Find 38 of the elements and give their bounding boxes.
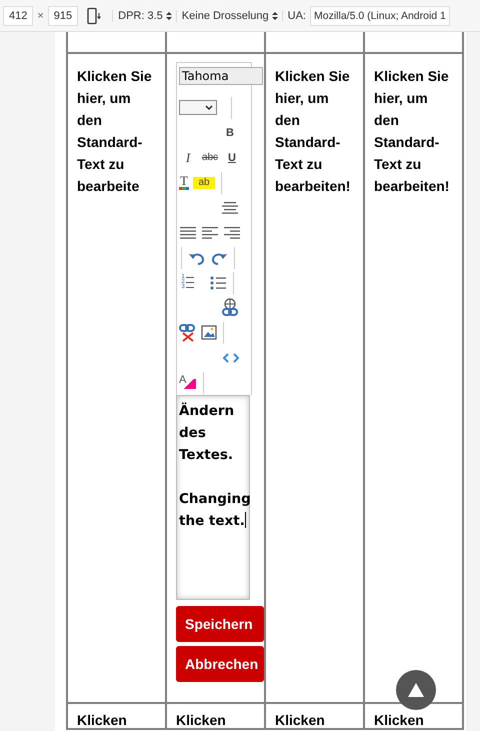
editor-paragraph: Ändern des Textes. — [179, 402, 236, 465]
ua-field[interactable]: Mozilla/5.0 (Linux; Android 1 — [310, 6, 450, 26]
bullet-list-icon[interactable] — [209, 274, 227, 290]
throttling-select[interactable]: Keine Drosselung — [176, 10, 278, 22]
highlight-button[interactable]: ab — [193, 176, 215, 188]
underline-button[interactable]: U — [223, 152, 241, 164]
font-field[interactable]: Tahoma — [179, 67, 263, 85]
up-down-icon — [166, 10, 172, 20]
image-icon[interactable] — [201, 325, 217, 340]
dpr-select[interactable]: DPR: 3.5 — [112, 10, 172, 22]
cancel-button[interactable]: Abbrechen — [176, 646, 264, 682]
size-select[interactable] — [179, 100, 217, 115]
italic-button[interactable]: I — [179, 150, 197, 166]
justify-icon[interactable] — [179, 226, 197, 240]
link-icon[interactable] — [221, 298, 239, 318]
editor-text-area[interactable]: Ändern des Textes. Changing the text. — [176, 395, 250, 600]
up-down-icon — [272, 10, 278, 20]
save-button[interactable]: Speichern — [176, 606, 264, 642]
unlink-icon[interactable] — [179, 324, 197, 342]
remove-format-button[interactable]: A — [179, 374, 197, 391]
strikethrough-button[interactable]: abc — [201, 152, 219, 163]
align-right-icon[interactable] — [223, 226, 241, 240]
cell-text[interactable]: Klicken Sie hier, um den Standard-Text zu bearbeite — [77, 65, 157, 197]
cell-text[interactable]: Klicken Sie hier, um den Standard-Text zu bearbeiten! — [275, 65, 355, 197]
align-center-icon[interactable] — [221, 200, 239, 214]
height-field[interactable]: 915 — [48, 6, 78, 26]
align-left-icon[interactable] — [201, 226, 219, 240]
undo-icon[interactable] — [188, 250, 206, 264]
chevron-icon — [205, 104, 213, 110]
redo-icon[interactable] — [210, 250, 228, 264]
source-code-icon[interactable] — [223, 352, 239, 362]
width-field[interactable]: 412 — [3, 6, 34, 26]
times-sign: × — [37, 10, 44, 22]
cell-text[interactable]: Klicken Sie hier, um den Standard-Text zu bearbeiten! — [374, 65, 454, 197]
text-color-button[interactable]: T — [179, 175, 189, 190]
triangle-up-icon — [407, 682, 425, 698]
ua-label: UA: — [282, 10, 306, 22]
bold-button[interactable]: B — [221, 126, 239, 138]
